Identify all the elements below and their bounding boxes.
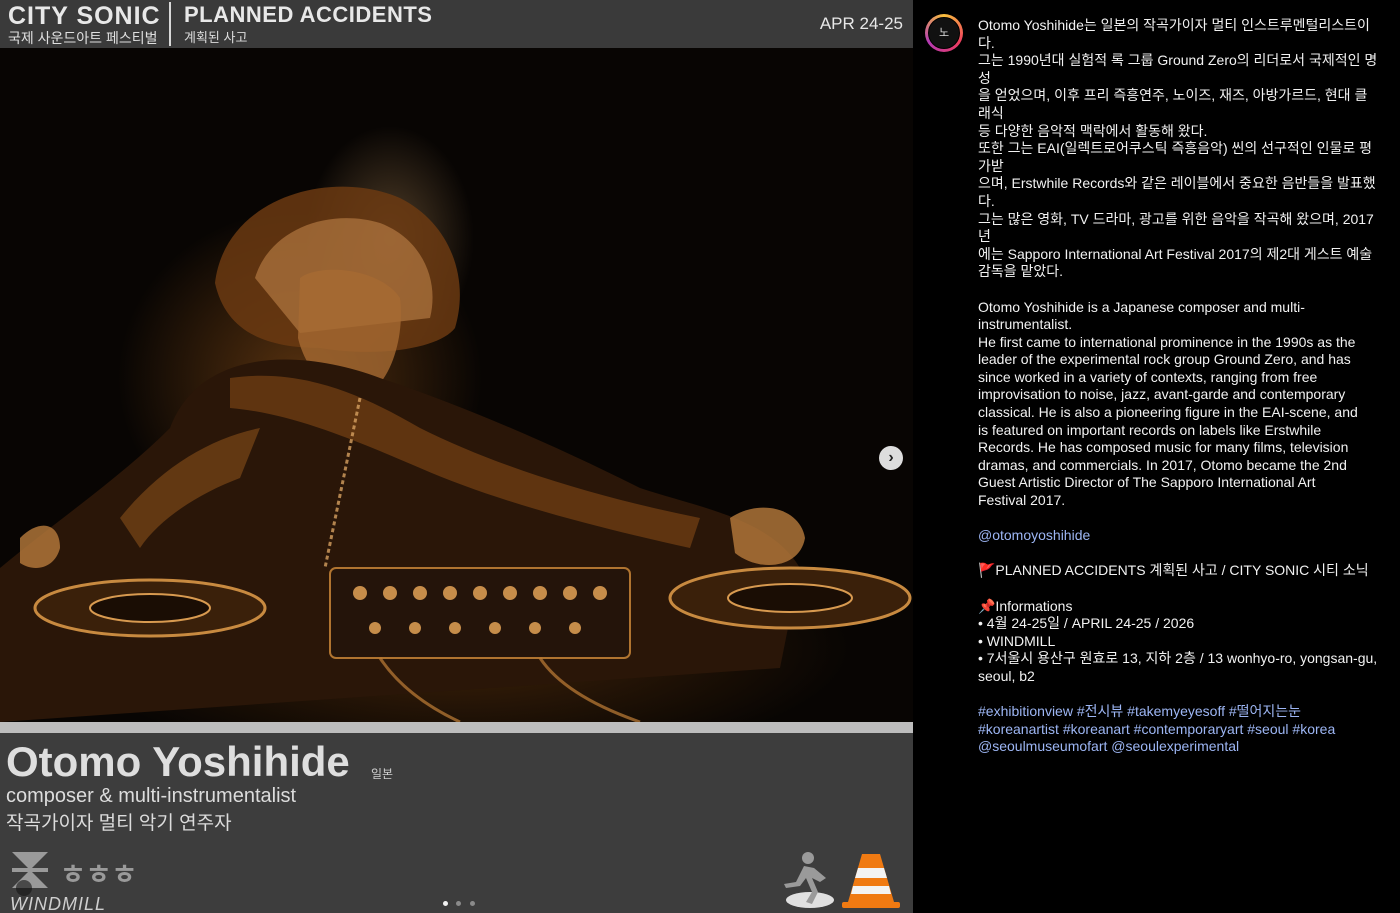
caption-line: classical. He is also a pioneering figur… — [978, 404, 1358, 421]
carousel-dot — [456, 901, 462, 906]
brand-subtitle: 국제 사운드아트 페스티벌 — [8, 30, 158, 46]
caption-line: instrumentalist. — [978, 316, 1073, 333]
avatar-image: 노 — [928, 17, 960, 49]
hashtag-link[interactable]: #korea — [1292, 721, 1335, 737]
info-line: • 7서울시 용산구 원효로 13, 지하 2층 / 13 wonhyo-ro,… — [978, 650, 1378, 667]
artist-photo — [0, 48, 913, 722]
caption-line: 감독을 맡았다. — [978, 263, 1064, 280]
chevron-right-icon: › — [888, 449, 894, 466]
photo-divider — [0, 722, 913, 733]
caption-line: since worked in a variety of contexts, r… — [978, 368, 1318, 385]
hashtag-list: #exhibitionview #전시뷰 #takemyeyesoff #떨어지… — [978, 703, 1378, 756]
info-heading: 📌Informations — [978, 597, 1073, 614]
carousel-dot — [443, 901, 448, 906]
carousel-indicator — [443, 893, 479, 906]
caption-panel: 노 Otomo Yoshihide는 일본의 작곡가이자 멀티 인스트루멘털리스… — [913, 0, 1400, 913]
caption-line: 등 다양한 음악적 맥락에서 활동해 왔다. — [978, 122, 1208, 139]
event-line: 🚩PLANNED ACCIDENTS 계획된 사고 / CITY SONIC 시… — [978, 562, 1369, 579]
post-caption: Otomo Yoshihide는 일본의 작곡가이자 멀티 인스트루멘털리스트이… — [978, 17, 1378, 756]
poster-pictograms — [784, 852, 900, 908]
artist-country: 일본 — [371, 767, 394, 781]
caption-english: Otomo Yoshihide is a Japanese composer a… — [978, 299, 1378, 510]
artist-photo-illustration — [0, 186, 912, 722]
artist-role-korean: 작곡가이자 멀티 악기 연주자 — [6, 813, 232, 834]
event-subtitle: 계획된 사고 — [184, 30, 248, 45]
caption-line: 그는 1990년대 실험적 록 그룹 Ground Zero의 리더로서 국제적… — [978, 52, 1378, 86]
info-line: seoul, b2 — [978, 667, 1035, 684]
hashtag-row: #koreanartist #koreanart #contemporaryar… — [978, 721, 1378, 739]
artist-name: Otomo Yoshihide — [6, 738, 350, 785]
caption-line: 을 얻었으며, 이후 프리 즉흥연주, 노이즈, 재즈, 아방가르드, 현대 클… — [978, 87, 1368, 121]
caption-line: 그는 많은 영화, TV 드라마, 광고를 위한 음악을 작곡해 왔으며, 20… — [978, 210, 1374, 245]
carousel-next-button[interactable]: › — [879, 446, 903, 470]
header-divider — [169, 2, 171, 46]
info-line: • WINDMILL — [978, 632, 1056, 649]
venue-logo: WINDMILL — [10, 894, 107, 913]
event-date: APR 24-25 — [819, 14, 903, 33]
hashtag-row: #exhibitionview #전시뷰 #takemyeyesoff #떨어지… — [978, 703, 1378, 721]
hashtag-link[interactable]: #contemporaryart — [1134, 721, 1244, 737]
info-list: • 4월 24-25일 / APRIL 24-25 / 2026 • WINDMI… — [978, 615, 1378, 685]
hashtag-link[interactable]: #seoul — [1247, 721, 1288, 737]
hashtag-link[interactable]: #koreanartist — [978, 721, 1059, 737]
caption-line: He first came to international prominenc… — [978, 333, 1356, 350]
caption-line: Records. He has composed music for many … — [978, 439, 1349, 456]
caption-line: leader of the experimental rock group Gr… — [978, 351, 1351, 368]
brand-title: CITY SONIC — [8, 2, 161, 30]
hashtag-row: @seoulmuseumofart @seoulexperimental — [978, 738, 1378, 756]
caption-korean: Otomo Yoshihide는 일본의 작곡가이자 멀티 인스트루멘털리스트이… — [978, 17, 1378, 281]
poster-header: CITY SONIC 국제 사운드아트 페스티벌 PLANNED ACCIDEN… — [0, 0, 913, 48]
hashtag-link[interactable]: #koreanart — [1063, 721, 1130, 737]
hashtag-link[interactable]: #떨어지는눈 — [1229, 703, 1301, 719]
hashtag-link[interactable]: #takemyeyesoff — [1127, 703, 1225, 719]
running-person-icon — [784, 852, 834, 908]
hashtag-link[interactable]: #전시뷰 — [1077, 703, 1123, 719]
artist-role-english: composer & multi-instrumentalist — [6, 785, 297, 807]
info-line: • 4월 24-25일 / APRIL 24-25 / 2026 — [978, 615, 1195, 632]
profile-avatar[interactable]: 노 — [925, 14, 963, 52]
caption-line: 에는 Sapporo International Art Festival 20… — [978, 245, 1373, 262]
post-image[interactable]: CITY SONIC 국제 사운드아트 페스티벌 PLANNED ACCIDEN… — [0, 0, 913, 913]
mention-link[interactable]: @seoulmuseumofart — [978, 738, 1107, 754]
traffic-cone-icon — [842, 854, 900, 908]
mention-link[interactable]: @seoulexperimental — [1111, 738, 1239, 754]
caption-line: Guest Artistic Director of The Sapporo I… — [978, 474, 1316, 491]
caption-line: Festival 2017. — [978, 492, 1066, 509]
caption-line: Otomo Yoshihide is a Japanese composer a… — [978, 298, 1305, 315]
caption-line: Otomo Yoshihide는 일본의 작곡가이자 멀티 인스트루멘털리스트이… — [978, 17, 1370, 51]
event-title: PLANNED ACCIDENTS — [184, 2, 433, 27]
carousel-dot — [469, 901, 475, 906]
svg-text:ㅎㅎㅎ: ㅎㅎㅎ — [60, 859, 137, 890]
hashtag-link[interactable]: #exhibitionview — [978, 703, 1073, 719]
caption-line: dramas, and commercials. In 2017, Otomo … — [978, 456, 1347, 473]
caption-line: 또한 그는 EAI(일렉트로어쿠스틱 즉흥음악) 씬의 선구적인 인물로 평가받 — [978, 140, 1372, 174]
artist-mention-link[interactable]: @otomoyoshihide — [978, 527, 1378, 545]
caption-line: 으며, Erstwhile Records와 같은 레이블에서 중요한 음반들을… — [978, 175, 1376, 209]
caption-line: improvisation to noise, jazz, avant-gard… — [978, 386, 1346, 403]
caption-line: is featured on important records on labe… — [978, 421, 1322, 438]
